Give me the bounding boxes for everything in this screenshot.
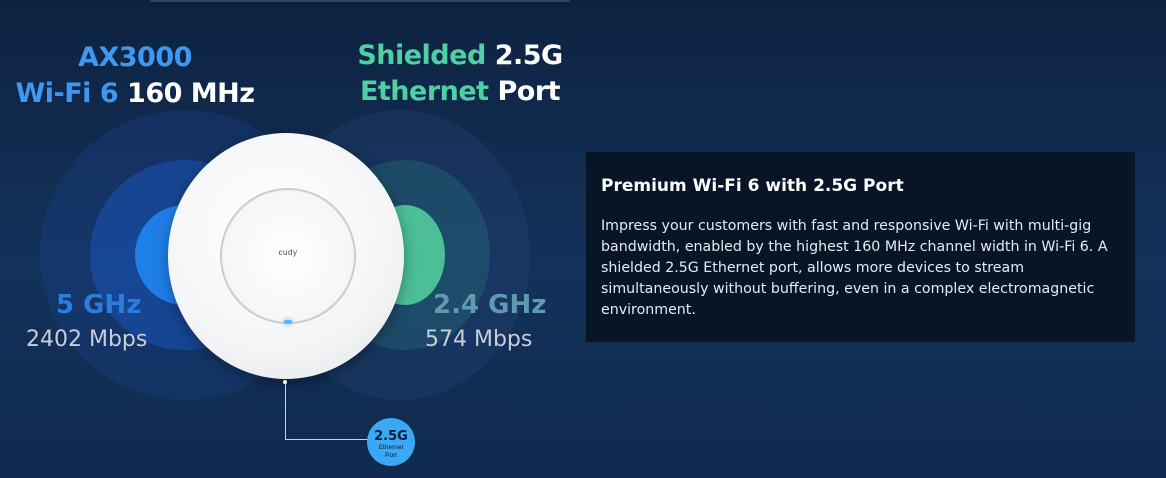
headline-wifi6: Wi-Fi 6 <box>15 78 119 109</box>
headline-ax3000-line2: Wi-Fi 6 160 MHz <box>10 76 260 112</box>
access-point-center-disc: cudy <box>220 188 356 324</box>
top-divider <box>150 0 570 2</box>
ethernet-port-badge: 2.5G Ethernet Port <box>367 418 415 466</box>
headline-ax3000-line1: AX3000 <box>78 42 192 73</box>
headline-port: Port <box>497 76 561 107</box>
headline-shielded-line1: Shielded 2.5G <box>340 38 580 74</box>
headline-shielded-port: Shielded 2.5G Ethernet Port <box>340 38 580 110</box>
headline-shielded: Shielded <box>357 40 486 71</box>
feature-card-title: Premium Wi-Fi 6 with 2.5G Port <box>601 176 904 196</box>
cudy-logo: cudy <box>278 248 298 257</box>
headline-160mhz: 160 MHz <box>127 78 255 109</box>
status-led <box>284 320 292 324</box>
headline-25g: 2.5G <box>494 40 564 71</box>
feature-card-body: Impress your customers with fast and res… <box>601 218 1108 318</box>
port-badge-line2: Port <box>385 452 397 459</box>
band-24ghz-label: 2.4 GHz <box>433 290 547 320</box>
headline-ax3000: AX3000 Wi-Fi 6 160 MHz <box>10 40 260 112</box>
feature-card: Premium Wi-Fi 6 with 2.5G Port Impress y… <box>585 151 1136 343</box>
band-24ghz-speed: 574 Mbps <box>425 327 533 352</box>
band-5ghz-label: 5 GHz <box>56 290 142 320</box>
port-badge-line1: Ethernet <box>378 444 404 451</box>
port-connector-dot <box>283 380 287 384</box>
port-connector-line <box>285 383 369 440</box>
headline-shielded-line2: Ethernet Port <box>340 74 580 110</box>
port-badge-speed: 2.5G <box>374 429 408 444</box>
headline-ethernet: Ethernet <box>359 76 489 107</box>
access-point-device-image: cudy <box>168 133 404 379</box>
band-5ghz-speed: 2402 Mbps <box>26 327 148 352</box>
